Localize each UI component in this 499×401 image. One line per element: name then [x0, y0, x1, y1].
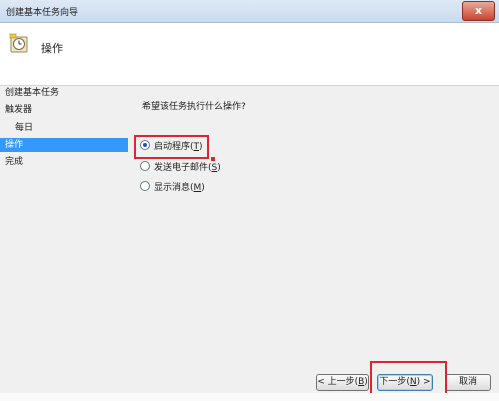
option-label: 显示消息( [154, 183, 194, 193]
step-label: 完成 [5, 157, 24, 167]
step-daily[interactable]: 每日 [15, 121, 125, 135]
annotation-dot [211, 157, 215, 161]
close-button[interactable]: x [462, 1, 495, 21]
option-suffix: ) [201, 183, 205, 193]
title-bar: 创建基本任务向导 x [0, 0, 499, 23]
close-icon: x [474, 4, 483, 17]
button-label: < 上一步( [317, 377, 359, 387]
highlight-start-program [134, 135, 209, 159]
wizard-content: 希望该任务执行什么操作? 启动程序(T) 发送电子邮件(S) 显示消息(M) [133, 86, 499, 376]
step-action[interactable]: 操作 [0, 138, 128, 152]
page-title: 操作 [41, 42, 63, 55]
radio-send-email[interactable]: 发送电子邮件(S) [140, 161, 221, 175]
step-label: 操作 [5, 140, 24, 150]
option-label: 发送电子邮件( [154, 163, 212, 173]
step-finish[interactable]: 完成 [5, 155, 125, 169]
step-create-basic-task[interactable]: 创建基本任务 [5, 86, 125, 100]
radio-unchecked-icon[interactable] [140, 181, 150, 191]
step-label: 创建基本任务 [5, 88, 60, 98]
radio-show-message[interactable]: 显示消息(M) [140, 181, 205, 195]
highlight-next-button [370, 361, 447, 397]
step-label: 每日 [15, 123, 34, 133]
wizard-steps-sidebar: 创建基本任务 触发器 每日 操作 完成 [0, 86, 132, 376]
cancel-button[interactable]: 取消 [445, 374, 491, 391]
button-suffix: ) [364, 377, 368, 387]
step-trigger[interactable]: 触发器 [5, 103, 125, 117]
option-suffix: ) [217, 163, 221, 173]
radio-unchecked-icon[interactable] [140, 161, 150, 171]
button-label: 取消 [458, 377, 477, 387]
action-question: 希望该任务执行什么操作? [142, 102, 246, 112]
window-bottom-edge [0, 393, 499, 401]
clock-scheduler-icon [9, 33, 28, 53]
window-title: 创建基本任务向导 [6, 8, 79, 18]
back-button[interactable]: < 上一步(B) [316, 374, 369, 391]
task-wizard-window: 创建基本任务向导 x 操作 创建基本任务 触发器 每日 操作 完成 希望该任务执… [0, 0, 499, 401]
wizard-header: 操作 [0, 23, 499, 86]
step-label: 触发器 [5, 105, 33, 115]
